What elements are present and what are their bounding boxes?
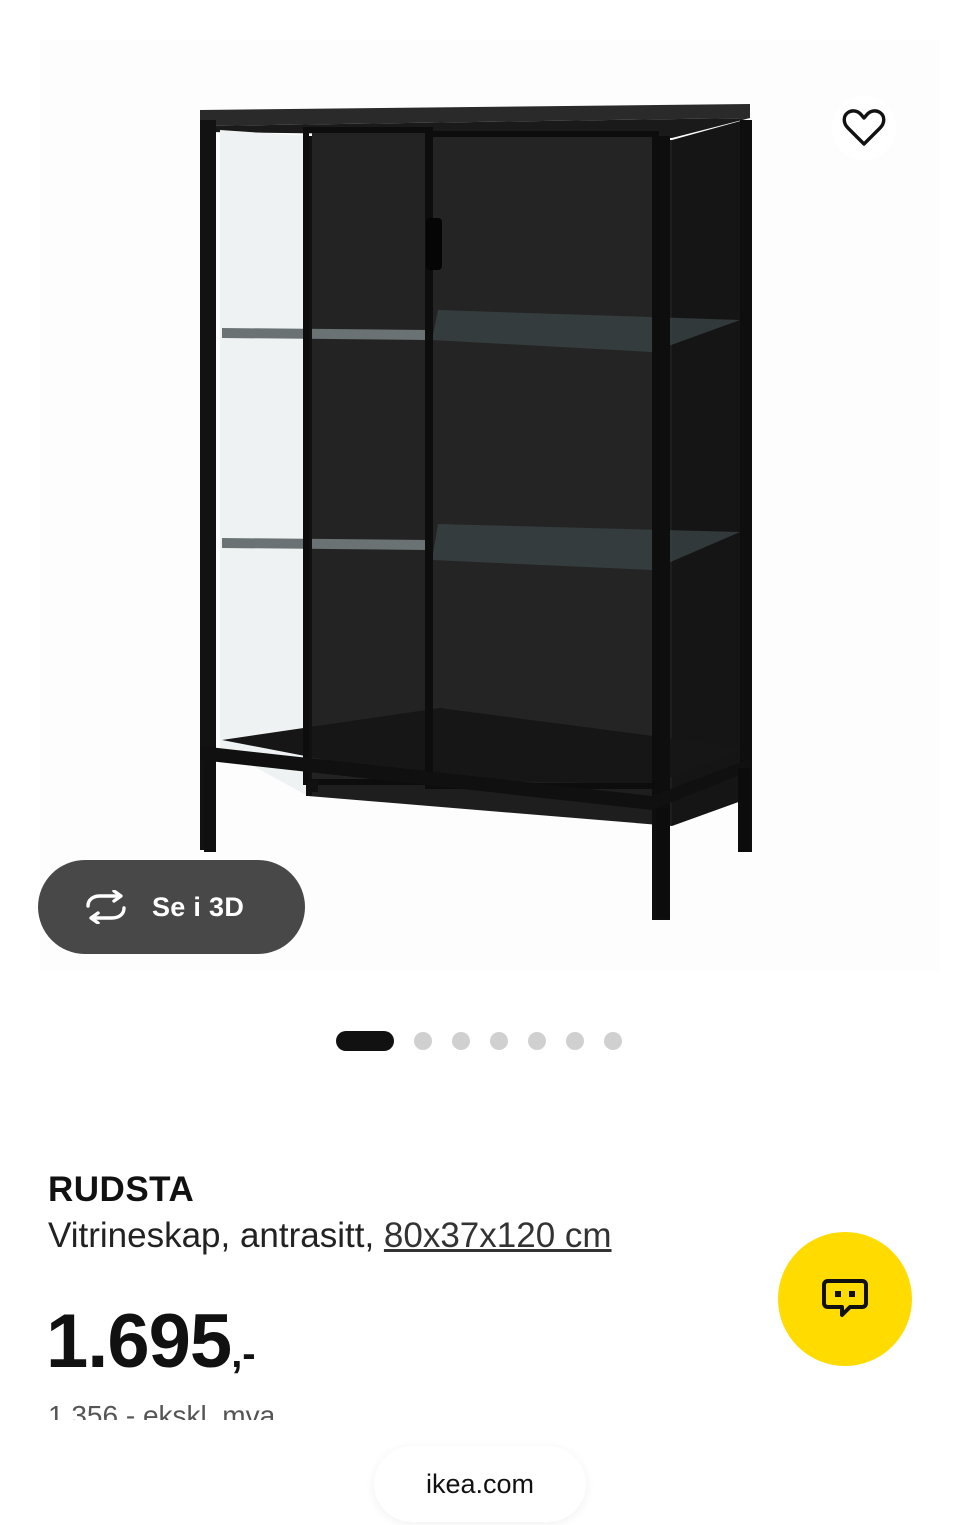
product-dimensions-link[interactable]: 80x37x120 cm xyxy=(384,1216,612,1255)
heart-outline-icon xyxy=(842,109,886,146)
product-description: Vitrineskap, antrasitt, 80x37x120 cm xyxy=(48,1216,612,1256)
product-name: RUDSTA xyxy=(48,1170,195,1209)
gallery-pagination xyxy=(336,1030,622,1052)
display-cabinet-image xyxy=(200,104,752,920)
price-main: 1.695 xyxy=(46,1299,232,1384)
product-media-gallery: Se i 3D xyxy=(0,0,960,1000)
product-type-label: Vitrineskap, antrasitt, xyxy=(48,1216,384,1255)
chat-bubble-icon xyxy=(822,1279,868,1317)
price-excluding-vat: 1.356,- ekskl. mva xyxy=(48,1400,276,1420)
pagination-dot[interactable] xyxy=(414,1032,432,1050)
price-suffix: ,- xyxy=(231,1332,256,1376)
rotate-3d-icon xyxy=(80,890,132,924)
pagination-dot[interactable] xyxy=(490,1032,508,1050)
favorite-button[interactable] xyxy=(832,96,896,160)
url-text: ikea.com xyxy=(425,1468,535,1499)
view-3d-button[interactable]: Se i 3D xyxy=(38,860,305,954)
pagination-dot[interactable] xyxy=(604,1032,622,1050)
product-image[interactable] xyxy=(40,40,940,970)
pagination-dot[interactable] xyxy=(528,1032,546,1050)
view-3d-label: Se i 3D xyxy=(152,891,245,922)
product-price: 1.695,- xyxy=(46,1298,256,1385)
pagination-dot-active[interactable] xyxy=(336,1031,394,1051)
pagination-dot[interactable] xyxy=(566,1032,584,1050)
browser-url-bar[interactable]: ikea.com xyxy=(374,1446,586,1522)
chat-button[interactable] xyxy=(778,1232,912,1366)
pagination-dot[interactable] xyxy=(452,1032,470,1050)
